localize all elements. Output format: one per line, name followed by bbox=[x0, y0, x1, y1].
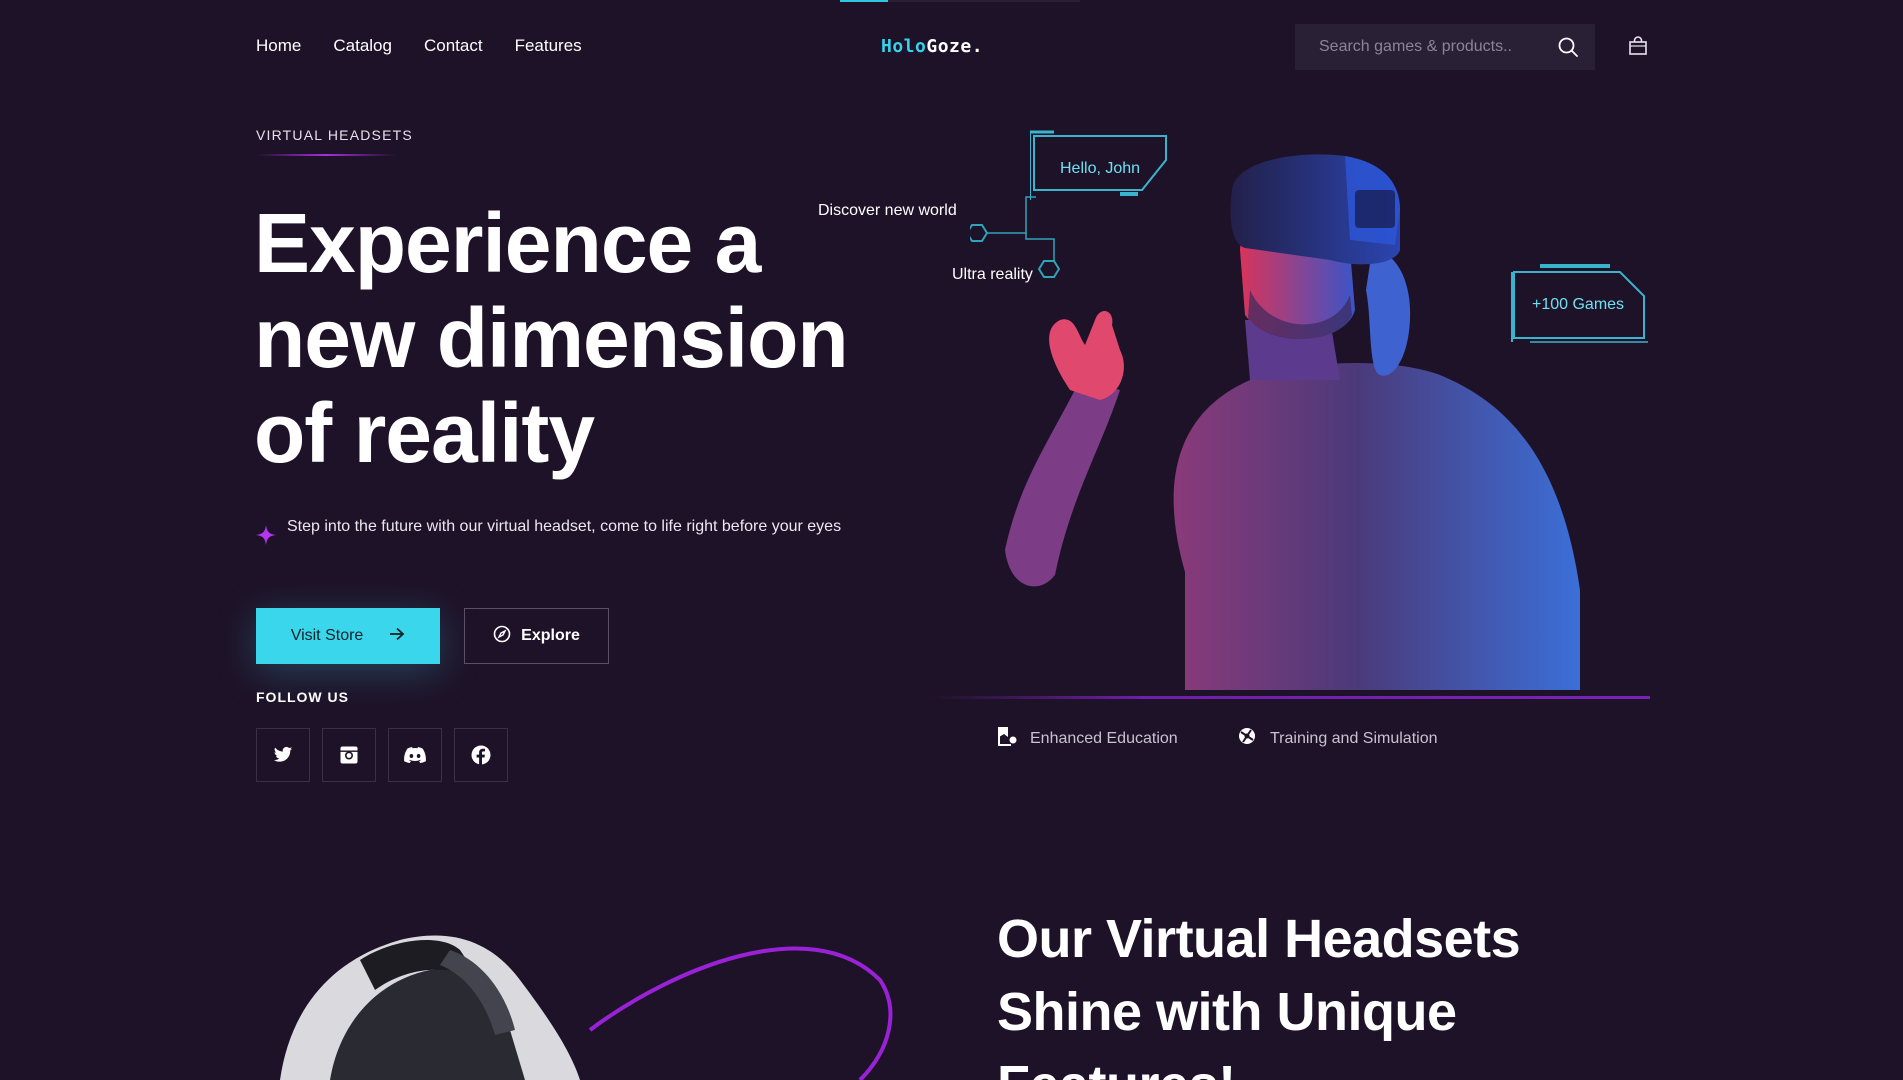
discover-label: Discover new world bbox=[818, 202, 957, 219]
facebook-icon[interactable] bbox=[454, 728, 508, 782]
top-accent-bar bbox=[840, 0, 1080, 2]
hero-divider bbox=[930, 696, 1650, 699]
section2-title-line1: Our Virtual Headsets bbox=[997, 909, 1521, 969]
section2-title-line3: Features! bbox=[997, 1055, 1236, 1080]
hero-title-line2: new dimension bbox=[254, 291, 849, 385]
main-nav: Home Catalog Contact Features bbox=[256, 36, 582, 56]
feature-label: Training and Simulation bbox=[1270, 729, 1438, 747]
feature-enhanced-education: Enhanced Education bbox=[996, 725, 1178, 752]
search-input[interactable] bbox=[1319, 38, 1549, 56]
hero-title: Experience a new dimension of reality bbox=[254, 196, 874, 481]
visit-store-label: Visit Store bbox=[290, 627, 364, 644]
logo-holo: Holo bbox=[881, 36, 927, 57]
explore-button[interactable]: Explore bbox=[464, 608, 609, 664]
discord-icon[interactable] bbox=[388, 728, 442, 782]
sparkle-icon bbox=[255, 524, 277, 546]
visit-store-button[interactable]: Visit Store bbox=[256, 608, 440, 664]
education-icon bbox=[996, 725, 1018, 752]
hero-title-line3: of reality bbox=[254, 386, 595, 480]
page: Home Catalog Contact Features HoloGoze. … bbox=[0, 0, 1903, 1080]
nav-contact[interactable]: Contact bbox=[424, 36, 483, 56]
hello-callout-text: Hello, John bbox=[1060, 160, 1141, 177]
nav-catalog[interactable]: Catalog bbox=[333, 36, 392, 56]
follow-us-label: FOLLOW US bbox=[256, 689, 349, 705]
shopping-bag-icon[interactable] bbox=[1626, 34, 1650, 58]
hero-description: Step into the future with our virtual he… bbox=[287, 518, 842, 535]
logo[interactable]: HoloGoze. bbox=[881, 36, 983, 57]
compass-icon bbox=[493, 625, 511, 648]
nav-features[interactable]: Features bbox=[515, 36, 582, 56]
explore-label: Explore bbox=[521, 627, 580, 644]
search-icon[interactable] bbox=[1557, 36, 1579, 58]
ultra-reality-label: Ultra reality bbox=[952, 266, 1033, 283]
social-links bbox=[256, 728, 508, 782]
arrow-right-icon bbox=[389, 627, 405, 646]
twitter-icon[interactable] bbox=[256, 728, 310, 782]
section2-title: Our Virtual Headsets Shine with Unique F… bbox=[997, 903, 1597, 1080]
section2-title-line2: Shine with Unique bbox=[997, 982, 1457, 1042]
eyebrow-underline bbox=[256, 154, 396, 156]
nav-home[interactable]: Home bbox=[256, 36, 301, 56]
headset-product-image bbox=[280, 935, 893, 1080]
hero-eyebrow: VIRTUAL HEADSETS bbox=[256, 127, 413, 143]
instagram-icon[interactable] bbox=[322, 728, 376, 782]
games-callout-text: +100 Games bbox=[1532, 296, 1625, 313]
feature-training-simulation: Training and Simulation bbox=[1236, 725, 1438, 752]
simulation-icon bbox=[1236, 725, 1258, 752]
search-bar bbox=[1295, 24, 1595, 70]
feature-label: Enhanced Education bbox=[1030, 729, 1178, 747]
hero-title-line1: Experience a bbox=[254, 196, 761, 290]
logo-goze: Goze. bbox=[926, 36, 984, 57]
